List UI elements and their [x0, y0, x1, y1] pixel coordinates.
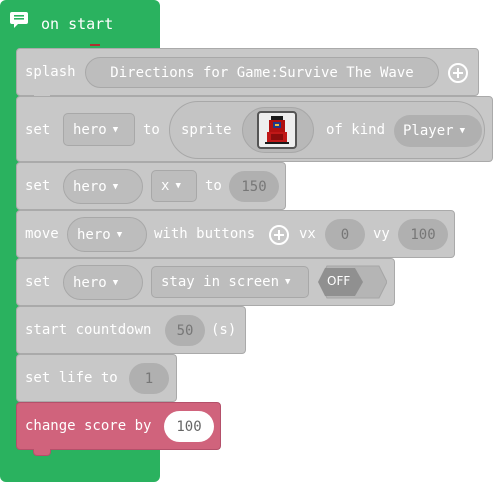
flag-dropdown[interactable]: stay in screen ▼	[151, 266, 309, 298]
start-countdown-label: start countdown	[25, 322, 152, 338]
splash-keyword: splash	[25, 64, 76, 80]
flag-name: stay in screen	[161, 274, 280, 290]
set-life-block[interactable]: set life to 1	[16, 354, 177, 402]
on-start-label: on start	[41, 15, 114, 33]
kind-dropdown[interactable]: Player ▼	[394, 115, 482, 147]
chevron-down-icon: ▼	[459, 126, 465, 136]
to-label: to	[143, 122, 160, 138]
vx-label: vx	[299, 226, 316, 242]
sprite-label: sprite	[181, 122, 232, 138]
of-kind-label: of kind	[326, 122, 386, 138]
splash-block[interactable]: splash Directions for Game:Survive The W…	[16, 48, 479, 102]
splash-text-input[interactable]: Directions for Game:Survive The Wave	[85, 57, 439, 88]
set-keyword: set	[25, 274, 51, 290]
move-keyword: move	[25, 226, 59, 242]
start-countdown-block[interactable]: start countdown 50 (s)	[16, 306, 246, 354]
countdown-value-input[interactable]: 50	[165, 315, 205, 346]
kind-value: Player	[403, 123, 454, 139]
with-buttons-label: with buttons	[154, 226, 256, 242]
set-keyword: set	[25, 122, 51, 138]
plus-circle-icon[interactable]	[269, 225, 289, 245]
set-x-block[interactable]: set hero ▼ x ▼ to 150	[16, 162, 286, 210]
block-notch	[33, 449, 51, 456]
chevron-down-icon: ▼	[116, 229, 123, 240]
move-with-buttons-block[interactable]: move hero ▼ with buttons vx 0 vy 100	[16, 210, 455, 258]
vx-value-input[interactable]: 0	[325, 219, 365, 250]
variable-dropdown-hero[interactable]: hero ▼	[63, 265, 143, 300]
chevron-down-icon: ▼	[112, 124, 119, 135]
variable-name: hero	[73, 121, 107, 138]
property-name: x	[161, 178, 170, 194]
set-keyword: set	[25, 178, 51, 194]
stay-in-screen-block[interactable]: set hero ▼ stay in screen ▼ OFF	[16, 258, 395, 306]
chevron-down-icon: ▼	[175, 181, 181, 191]
chevron-down-icon: ▼	[112, 277, 119, 288]
variable-dropdown-hero[interactable]: hero ▼	[67, 217, 147, 252]
variable-name: hero	[73, 274, 107, 291]
variable-name: hero	[77, 226, 111, 243]
set-sprite-block[interactable]: set hero ▼ to sprite of kind Player ▼	[16, 96, 493, 162]
score-value-input[interactable]: 100	[164, 411, 214, 442]
x-value-input[interactable]: 150	[229, 171, 279, 202]
vy-label: vy	[373, 226, 390, 242]
property-dropdown-x[interactable]: x ▼	[151, 170, 197, 202]
set-life-label: set life to	[25, 370, 118, 386]
sprite-of-kind-block[interactable]: sprite of kind Player ▼	[169, 101, 485, 159]
change-score-block[interactable]: change score by 100	[16, 402, 221, 456]
toggle-state-label: OFF	[327, 274, 351, 288]
seconds-unit-label: (s)	[211, 322, 237, 338]
plus-circle-icon[interactable]	[448, 63, 468, 83]
variable-name: hero	[73, 178, 107, 195]
variable-dropdown-hero[interactable]: hero ▼	[63, 113, 135, 146]
sprite-image-picker[interactable]	[242, 107, 314, 153]
chevron-down-icon: ▼	[112, 181, 119, 192]
to-label: to	[205, 178, 222, 194]
vy-value-input[interactable]: 100	[398, 219, 448, 250]
comment-icon[interactable]	[9, 11, 31, 28]
life-value-input[interactable]: 1	[129, 363, 169, 394]
chevron-down-icon: ▼	[285, 277, 291, 287]
change-score-label: change score by	[25, 418, 152, 434]
variable-dropdown-hero[interactable]: hero ▼	[63, 169, 143, 204]
hooded-hero-sprite-icon	[265, 116, 289, 144]
event-notch	[90, 44, 100, 46]
